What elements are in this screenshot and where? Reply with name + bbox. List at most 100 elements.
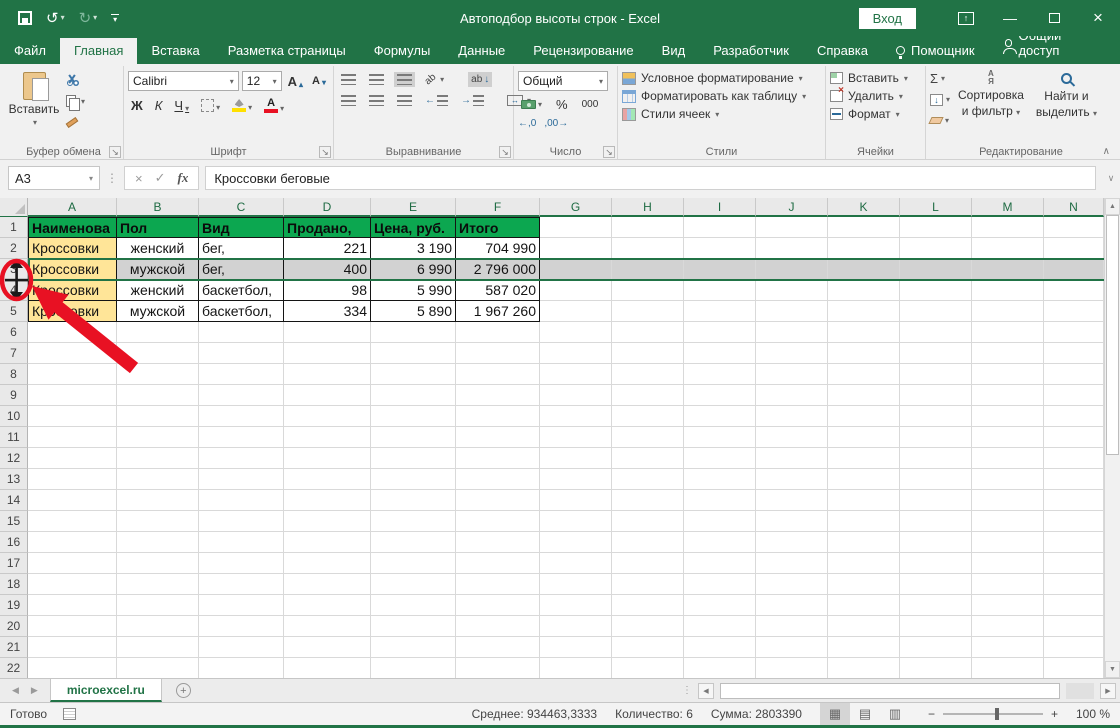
cell-C13[interactable] (199, 469, 284, 490)
row-header-4[interactable]: 4 (0, 280, 28, 301)
cell-D5[interactable]: 334 (284, 301, 371, 322)
cell-A21[interactable] (28, 637, 117, 658)
cell-M1[interactable] (972, 217, 1044, 238)
row-header-21[interactable]: 21 (0, 637, 28, 658)
cell-I2[interactable] (684, 238, 756, 259)
cell-C12[interactable] (199, 448, 284, 469)
cell-K19[interactable] (828, 595, 900, 616)
scroll-left-button[interactable]: ◀ (698, 682, 714, 699)
cell-L4[interactable] (900, 280, 972, 301)
cell-G15[interactable] (540, 511, 612, 532)
cell-M11[interactable] (972, 427, 1044, 448)
cell-D7[interactable] (284, 343, 371, 364)
cell-N17[interactable] (1044, 553, 1104, 574)
cell-D17[interactable] (284, 553, 371, 574)
cell-I6[interactable] (684, 322, 756, 343)
cell-A4[interactable]: Кроссовки (28, 280, 117, 301)
cell-H12[interactable] (612, 448, 684, 469)
cell-E15[interactable] (371, 511, 456, 532)
cell-C15[interactable] (199, 511, 284, 532)
cell-H11[interactable] (612, 427, 684, 448)
cell-F8[interactable] (456, 364, 540, 385)
minimize-button[interactable]: — (988, 0, 1032, 36)
cell-M8[interactable] (972, 364, 1044, 385)
comma-style-button[interactable]: 000 (579, 98, 602, 111)
cell-M21[interactable] (972, 637, 1044, 658)
cell-I1[interactable] (684, 217, 756, 238)
cell-E16[interactable] (371, 532, 456, 553)
cell-A19[interactable] (28, 595, 117, 616)
cell-M16[interactable] (972, 532, 1044, 553)
cell-J2[interactable] (756, 238, 828, 259)
cell-H9[interactable] (612, 385, 684, 406)
percent-style-button[interactable]: % (553, 96, 571, 113)
format-cells-button[interactable]: Формат ▾ (830, 107, 921, 121)
cell-N16[interactable] (1044, 532, 1104, 553)
italic-button[interactable]: К (152, 97, 166, 114)
cell-B8[interactable] (117, 364, 199, 385)
cell-L1[interactable] (900, 217, 972, 238)
zoom-out-button[interactable]: − (928, 707, 935, 721)
cell-B18[interactable] (117, 574, 199, 595)
cell-I14[interactable] (684, 490, 756, 511)
cell-K22[interactable] (828, 658, 900, 678)
row-header-7[interactable]: 7 (0, 343, 28, 364)
cell-L12[interactable] (900, 448, 972, 469)
row-header-5[interactable]: 5 (0, 301, 28, 322)
cell-H10[interactable] (612, 406, 684, 427)
horizontal-scroll-track[interactable] (1066, 682, 1094, 699)
cell-F2[interactable]: 704 990 (456, 238, 540, 259)
cell-B4[interactable]: женский (117, 280, 199, 301)
cell-C10[interactable] (199, 406, 284, 427)
cell-G6[interactable] (540, 322, 612, 343)
cut-button[interactable] (64, 71, 87, 89)
cell-G16[interactable] (540, 532, 612, 553)
cell-G17[interactable] (540, 553, 612, 574)
tab-page-layout[interactable]: Разметка страницы (214, 38, 360, 64)
cell-N22[interactable] (1044, 658, 1104, 678)
cell-M22[interactable] (972, 658, 1044, 678)
cell-G3[interactable] (540, 259, 612, 280)
tab-assistant[interactable]: Помощник (882, 38, 989, 64)
cell-N2[interactable] (1044, 238, 1104, 259)
clipboard-dialog-launcher[interactable]: ↘ (109, 146, 121, 158)
cell-L10[interactable] (900, 406, 972, 427)
cell-N5[interactable] (1044, 301, 1104, 322)
cell-E8[interactable] (371, 364, 456, 385)
cell-L13[interactable] (900, 469, 972, 490)
cell-K8[interactable] (828, 364, 900, 385)
cell-N4[interactable] (1044, 280, 1104, 301)
cell-C4[interactable]: баскетбол, (199, 280, 284, 301)
cell-E13[interactable] (371, 469, 456, 490)
row-header-13[interactable]: 13 (0, 469, 28, 490)
row-header-1[interactable]: 1 (0, 217, 28, 238)
cell-C14[interactable] (199, 490, 284, 511)
cell-K9[interactable] (828, 385, 900, 406)
cell-F14[interactable] (456, 490, 540, 511)
cell-M9[interactable] (972, 385, 1044, 406)
clear-button[interactable]: ▾ (928, 112, 950, 129)
tab-view[interactable]: Вид (648, 38, 700, 64)
paste-button[interactable]: Вставить ▾ (8, 68, 60, 131)
cell-N20[interactable] (1044, 616, 1104, 637)
cell-G2[interactable] (540, 238, 612, 259)
cell-D2[interactable]: 221 (284, 238, 371, 259)
wrap-text-button[interactable]: ab ↓ (468, 72, 493, 87)
format-painter-button[interactable] (64, 113, 87, 131)
font-dialog-launcher[interactable]: ↘ (319, 146, 331, 158)
cell-E19[interactable] (371, 595, 456, 616)
cell-D19[interactable] (284, 595, 371, 616)
cell-A18[interactable] (28, 574, 117, 595)
row-header-12[interactable]: 12 (0, 448, 28, 469)
cell-K2[interactable] (828, 238, 900, 259)
increase-decimal-button[interactable]: ←,0 (518, 118, 536, 129)
cell-I10[interactable] (684, 406, 756, 427)
cell-I5[interactable] (684, 301, 756, 322)
cell-C11[interactable] (199, 427, 284, 448)
cell-A8[interactable] (28, 364, 117, 385)
decrease-font-button[interactable]: A ▾ (309, 74, 329, 88)
save-button[interactable] (18, 11, 32, 25)
cell-E10[interactable] (371, 406, 456, 427)
row-header-2[interactable]: 2 (0, 238, 28, 259)
cell-I13[interactable] (684, 469, 756, 490)
